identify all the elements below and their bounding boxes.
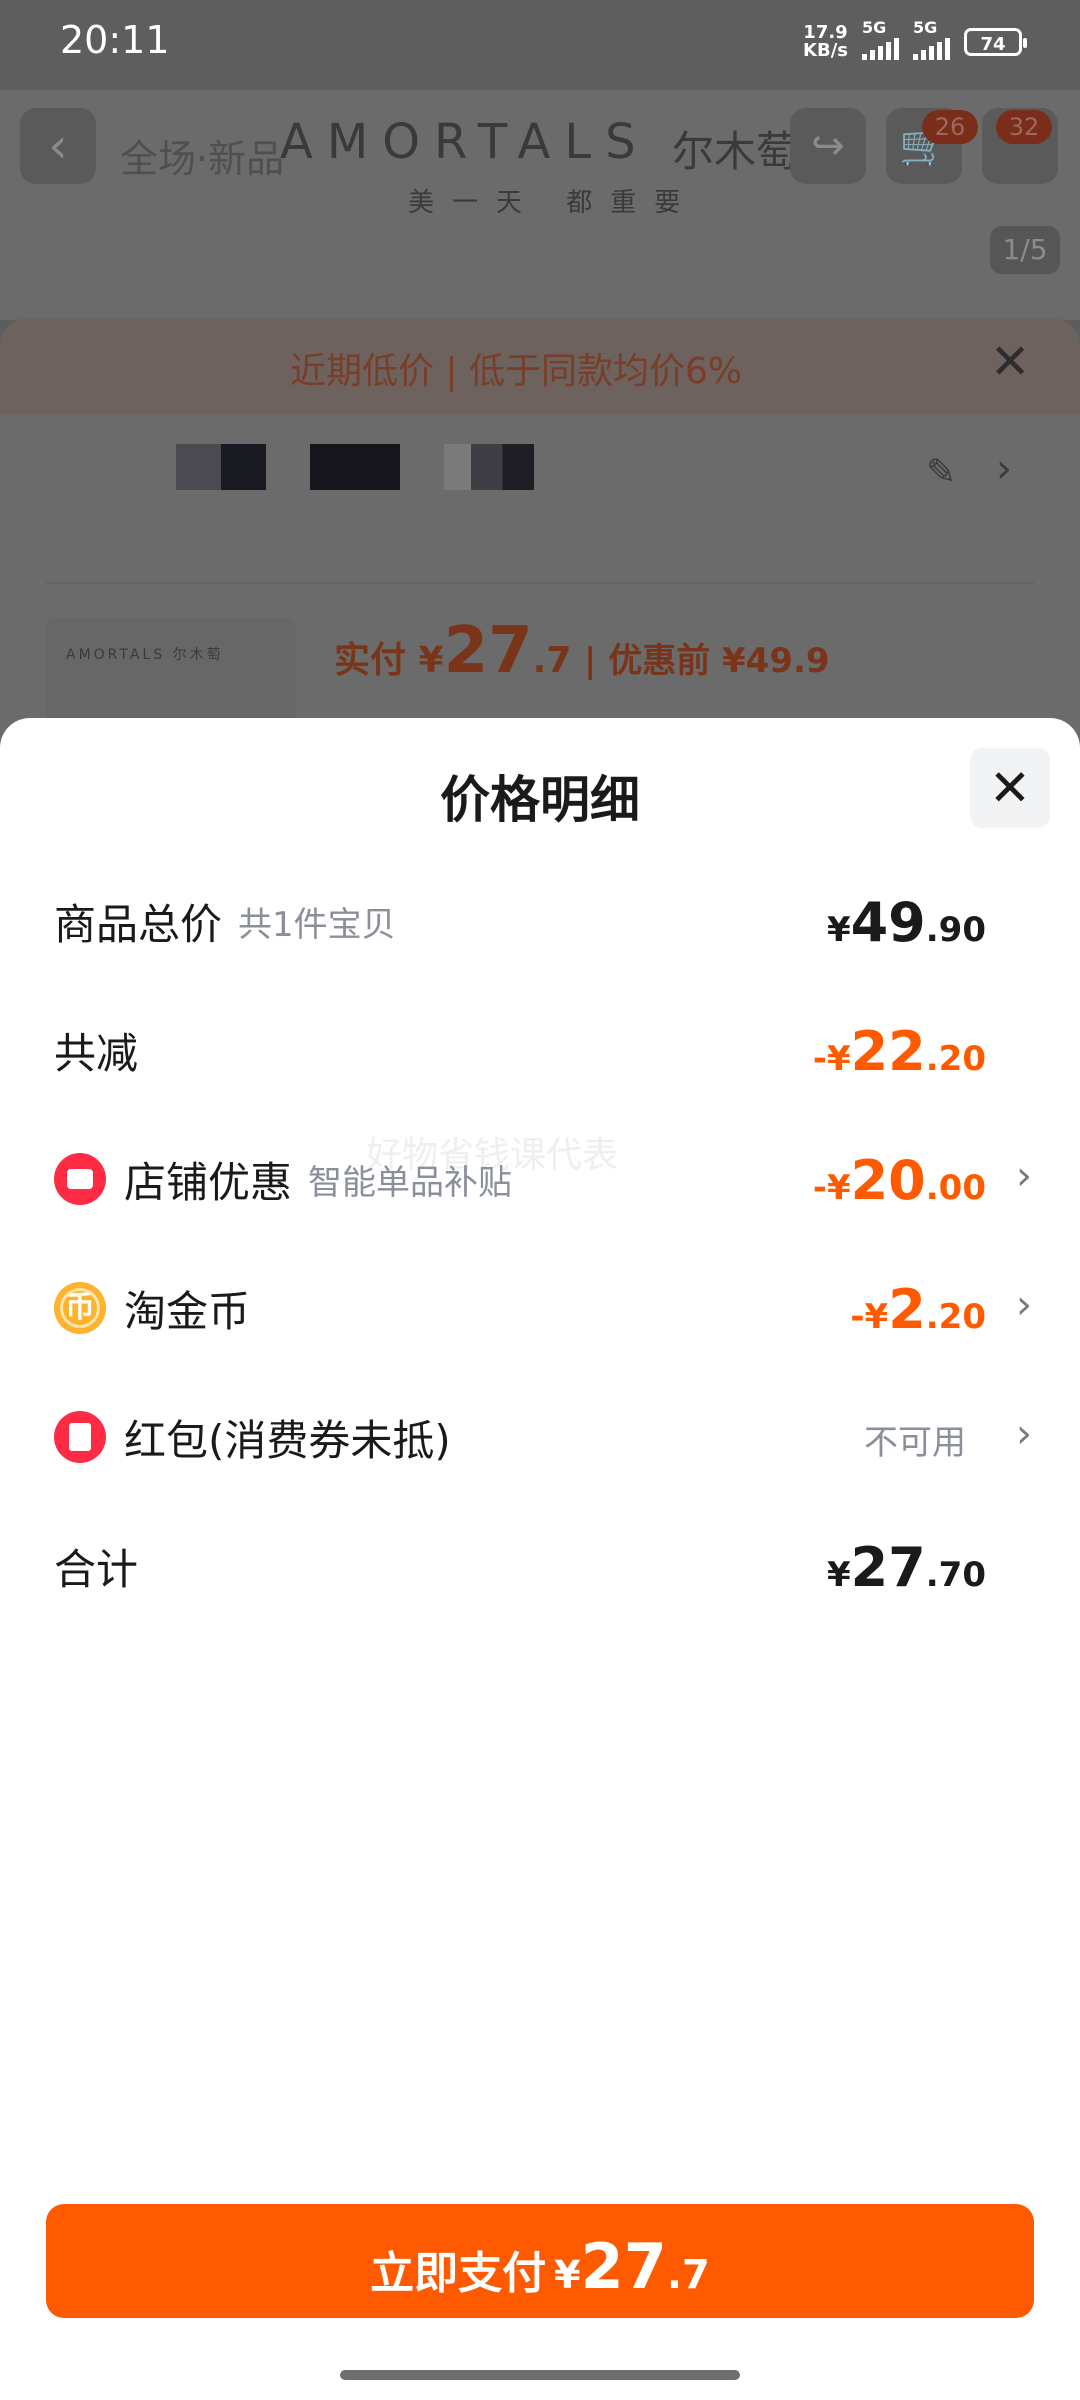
store-discount-amount: -¥ 20.00	[812, 1149, 986, 1212]
price-detail-sheet: 价格明细 ✕ 好物省钱课代表 商品总价 共1件宝贝 ¥49.90 共减 -¥ 22…	[0, 718, 1080, 2400]
row-label: 合计	[54, 1544, 139, 1594]
row-store-discount[interactable]: 店铺优惠 智能单品补贴 -¥ 20.00 ›	[54, 1139, 1032, 1219]
total-discount-amount: -¥ 22.20	[812, 1020, 986, 1083]
product-gallery-header: ‹ 全场·新品 AMORTALS 尔木萄 美一天 都重要 ↪ 🛒 26 32 1…	[0, 90, 1080, 320]
row-label: 淘金币	[124, 1286, 251, 1336]
battery-icon: 74	[964, 28, 1027, 56]
sku-swatch	[176, 444, 266, 490]
row-sub-label: 智能单品补贴	[308, 1162, 513, 1203]
sku-swatches	[176, 444, 534, 490]
coins-amount: -¥ 2.20	[850, 1278, 986, 1341]
status-bar: 20:11 17.9 KB/s 5G 5G 74	[0, 0, 1080, 90]
product-thumbnail-logo: AMORTALS 尔木萄	[66, 647, 224, 663]
red-packet-icon	[54, 1411, 106, 1463]
sheet-title: 价格明细	[440, 771, 640, 829]
row-red-packet[interactable]: 红包(消费券未抵) 不可用 ›	[54, 1397, 1032, 1477]
divider	[46, 582, 1034, 584]
low-price-text: 近期低价 | 低于同款均价6%	[290, 351, 743, 392]
row-label: 店铺优惠	[124, 1157, 293, 1207]
brand-logo-cn: 尔木萄	[672, 127, 799, 176]
signal-icon: 5G	[913, 18, 950, 60]
sku-swatch	[310, 444, 400, 490]
image-counter: 1/5	[990, 226, 1060, 274]
brand-slogan: 美一天 都重要	[408, 188, 699, 218]
home-indicator[interactable]	[340, 2370, 740, 2380]
brand-logo: AMORTALS	[280, 114, 650, 170]
close-button[interactable]: ✕	[970, 748, 1050, 828]
close-icon: ✕	[989, 759, 1031, 817]
status-time: 20:11	[60, 18, 170, 62]
sku-swatch	[444, 444, 534, 490]
coin-icon: 币	[54, 1282, 106, 1334]
row-goods-total: 商品总价 共1件宝贝 ¥49.90	[54, 881, 1026, 961]
low-price-banner: 近期低价 | 低于同款均价6% ✕	[0, 318, 1080, 414]
red-packet-status: 不可用	[864, 1423, 966, 1463]
goods-total-amount: ¥49.90	[826, 891, 986, 954]
chevron-right-icon: ›	[1016, 1153, 1032, 1199]
status-icons: 17.9 KB/s 5G 5G 74	[803, 18, 1027, 61]
chevron-right-icon: ›	[1016, 1282, 1032, 1328]
grand-total-amount: ¥27.70	[826, 1536, 986, 1599]
network-speed: 17.9 KB/s	[803, 22, 848, 61]
cart-badge: 26	[922, 110, 978, 144]
row-total-discount: 共减 -¥ 22.20	[54, 1010, 1026, 1090]
row-label: 红包(消费券未抵)	[124, 1415, 451, 1465]
back-icon: ‹	[20, 108, 96, 184]
header-ghost-text: 全场·新品	[120, 137, 285, 181]
share-icon: ↪	[790, 108, 866, 184]
chevron-right-icon: ›	[1016, 1411, 1032, 1457]
signal-icon: 5G	[862, 18, 899, 60]
row-label: 共减	[54, 1028, 139, 1078]
row-sub-label: 共1件宝贝	[238, 904, 396, 945]
chevron-right-icon: ›	[996, 446, 1012, 492]
row-grand-total: 合计 ¥27.70	[54, 1526, 1026, 1606]
pay-now-button[interactable]: 立即支付 ¥ 27 .7	[46, 2204, 1034, 2318]
close-icon: ✕	[990, 334, 1031, 390]
row-taobao-coins[interactable]: 币 淘金币 -¥ 2.20 ›	[54, 1268, 1032, 1348]
row-label: 商品总价	[54, 899, 223, 949]
shop-icon	[54, 1153, 106, 1205]
product-price: 实付 ¥27.7 | 优惠前 ¥49.9	[334, 614, 830, 688]
more-badge: 32	[996, 110, 1052, 144]
edit-icon: ✎	[926, 452, 957, 493]
